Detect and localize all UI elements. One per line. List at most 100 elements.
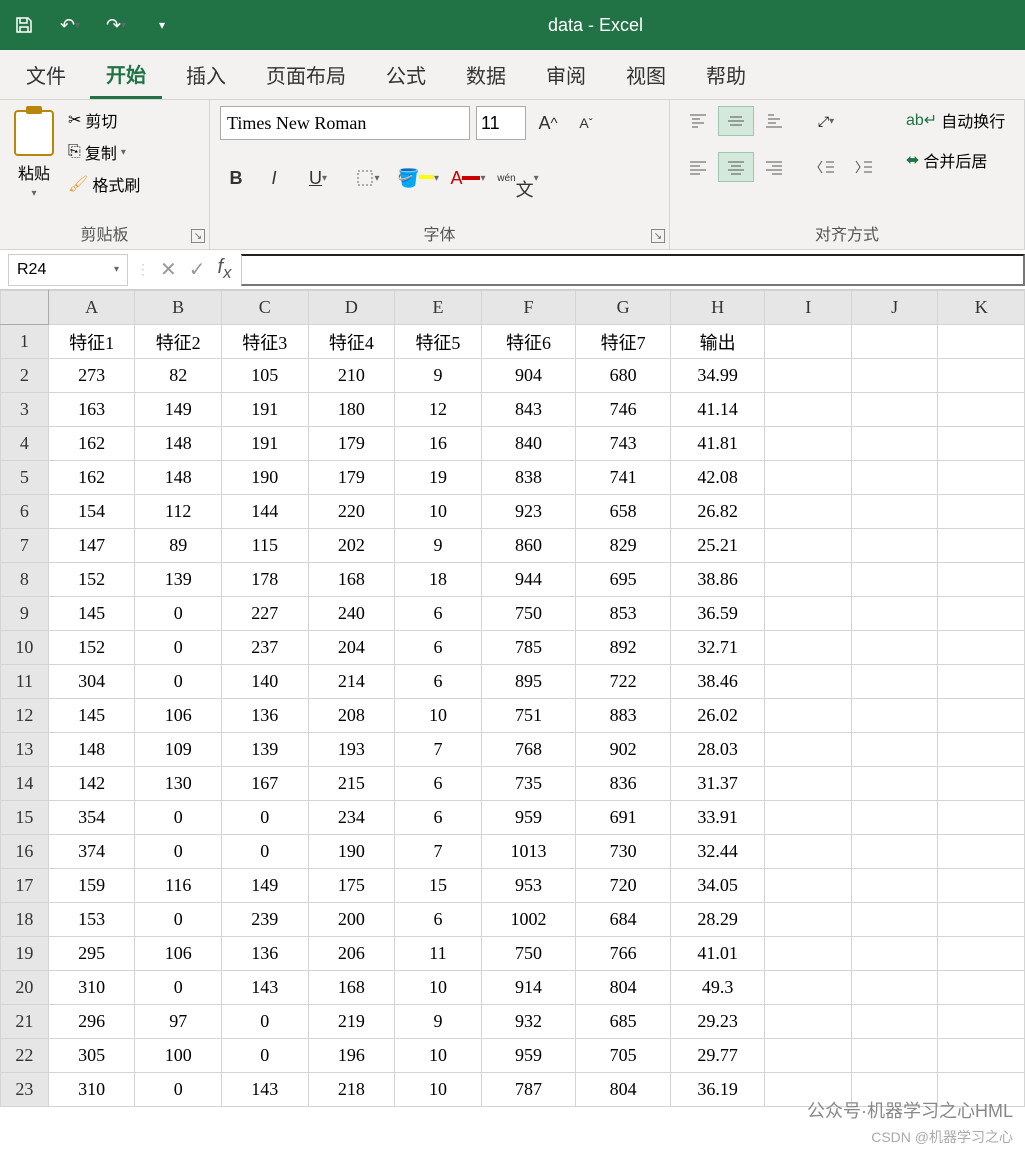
cell[interactable]: 684 xyxy=(576,903,671,937)
cell[interactable]: 10 xyxy=(395,971,482,1005)
cell[interactable] xyxy=(851,597,937,631)
cell[interactable]: 19 xyxy=(395,461,482,495)
border-button[interactable]: ▾ xyxy=(346,162,390,194)
cell[interactable]: 10 xyxy=(395,699,482,733)
cell[interactable] xyxy=(938,869,1025,903)
cell[interactable]: 特征6 xyxy=(481,325,576,359)
cell[interactable]: 82 xyxy=(135,359,222,393)
cell[interactable] xyxy=(938,1005,1025,1039)
tab-insert[interactable]: 插入 xyxy=(170,52,242,97)
cell[interactable]: 9 xyxy=(395,529,482,563)
cell[interactable]: 29.77 xyxy=(670,1039,765,1073)
cell[interactable] xyxy=(851,869,937,903)
cell[interactable] xyxy=(851,495,937,529)
row-header[interactable]: 21 xyxy=(1,1005,49,1039)
cell[interactable] xyxy=(938,835,1025,869)
cell[interactable]: 143 xyxy=(221,971,308,1005)
cell[interactable]: 9 xyxy=(395,359,482,393)
cell[interactable]: 148 xyxy=(135,427,222,461)
cell[interactable] xyxy=(851,393,937,427)
cell[interactable]: 29.23 xyxy=(670,1005,765,1039)
cell[interactable]: 953 xyxy=(481,869,576,903)
cell[interactable] xyxy=(765,1005,851,1039)
cell[interactable] xyxy=(765,461,851,495)
cell[interactable] xyxy=(765,427,851,461)
cell[interactable]: 163 xyxy=(48,393,135,427)
cell[interactable]: 33.91 xyxy=(670,801,765,835)
cell[interactable]: 193 xyxy=(308,733,395,767)
col-header[interactable]: E xyxy=(395,291,482,325)
cell[interactable]: 658 xyxy=(576,495,671,529)
cell[interactable]: 167 xyxy=(221,767,308,801)
row-header[interactable]: 19 xyxy=(1,937,49,971)
font-color-button[interactable]: A▾ xyxy=(446,162,490,194)
col-header[interactable]: I xyxy=(765,291,851,325)
cell[interactable]: 特征4 xyxy=(308,325,395,359)
cell[interactable]: 0 xyxy=(221,801,308,835)
cell[interactable]: 34.99 xyxy=(670,359,765,393)
row-header[interactable]: 17 xyxy=(1,869,49,903)
cell[interactable]: 0 xyxy=(135,801,222,835)
col-header[interactable]: B xyxy=(135,291,222,325)
cancel-formula-icon[interactable]: ✕ xyxy=(160,257,177,282)
cell[interactable]: 190 xyxy=(221,461,308,495)
cell[interactable]: 0 xyxy=(135,1073,222,1107)
col-header[interactable]: K xyxy=(938,291,1025,325)
cell[interactable] xyxy=(851,801,937,835)
cell[interactable]: 6 xyxy=(395,631,482,665)
cell[interactable]: 25.21 xyxy=(670,529,765,563)
cell[interactable]: 215 xyxy=(308,767,395,801)
cell[interactable]: 204 xyxy=(308,631,395,665)
cell[interactable]: 234 xyxy=(308,801,395,835)
cell[interactable]: 145 xyxy=(48,597,135,631)
cell[interactable]: 196 xyxy=(308,1039,395,1073)
cell[interactable] xyxy=(765,1039,851,1073)
cell[interactable] xyxy=(938,801,1025,835)
cell[interactable]: 139 xyxy=(221,733,308,767)
cell[interactable]: 1013 xyxy=(481,835,576,869)
cell[interactable]: 179 xyxy=(308,427,395,461)
cell[interactable]: 750 xyxy=(481,597,576,631)
paste-button[interactable]: 粘贴 ▾ xyxy=(10,106,58,203)
cell[interactable]: 162 xyxy=(48,427,135,461)
cell[interactable] xyxy=(938,495,1025,529)
cell[interactable]: 148 xyxy=(135,461,222,495)
cell[interactable]: 97 xyxy=(135,1005,222,1039)
cell[interactable]: 202 xyxy=(308,529,395,563)
save-button[interactable] xyxy=(10,11,38,39)
italic-button[interactable]: I xyxy=(258,162,290,194)
cell[interactable]: 751 xyxy=(481,699,576,733)
cell[interactable]: 200 xyxy=(308,903,395,937)
cell[interactable]: 743 xyxy=(576,427,671,461)
cell[interactable]: 840 xyxy=(481,427,576,461)
cell[interactable]: 804 xyxy=(576,971,671,1005)
cell[interactable] xyxy=(765,631,851,665)
undo-button[interactable]: ↶ ▾ xyxy=(56,11,84,39)
tab-formulas[interactable]: 公式 xyxy=(370,52,442,97)
cell[interactable]: 7 xyxy=(395,835,482,869)
cell[interactable] xyxy=(938,529,1025,563)
cell[interactable]: 特征1 xyxy=(48,325,135,359)
cell[interactable]: 41.01 xyxy=(670,937,765,971)
cell[interactable]: 10 xyxy=(395,1073,482,1107)
cell[interactable]: 142 xyxy=(48,767,135,801)
cell[interactable] xyxy=(938,1039,1025,1073)
clipboard-launcher[interactable]: ↘ xyxy=(191,229,205,243)
cell[interactable]: 838 xyxy=(481,461,576,495)
cell[interactable]: 106 xyxy=(135,937,222,971)
cell[interactable] xyxy=(765,325,851,359)
cell[interactable]: 191 xyxy=(221,427,308,461)
cell[interactable] xyxy=(851,563,937,597)
font-launcher[interactable]: ↘ xyxy=(651,229,665,243)
cell[interactable]: 829 xyxy=(576,529,671,563)
wrap-text-button[interactable]: ab↵自动换行 xyxy=(902,106,1009,134)
shrink-font-button[interactable]: Aˇ xyxy=(570,107,602,139)
align-left-button[interactable] xyxy=(680,152,716,182)
cell[interactable]: 923 xyxy=(481,495,576,529)
customize-qat-button[interactable]: ▾ xyxy=(148,11,176,39)
cell[interactable]: 105 xyxy=(221,359,308,393)
cell[interactable]: 38.86 xyxy=(670,563,765,597)
cell[interactable]: 159 xyxy=(48,869,135,903)
cell[interactable]: 735 xyxy=(481,767,576,801)
cell[interactable] xyxy=(938,767,1025,801)
